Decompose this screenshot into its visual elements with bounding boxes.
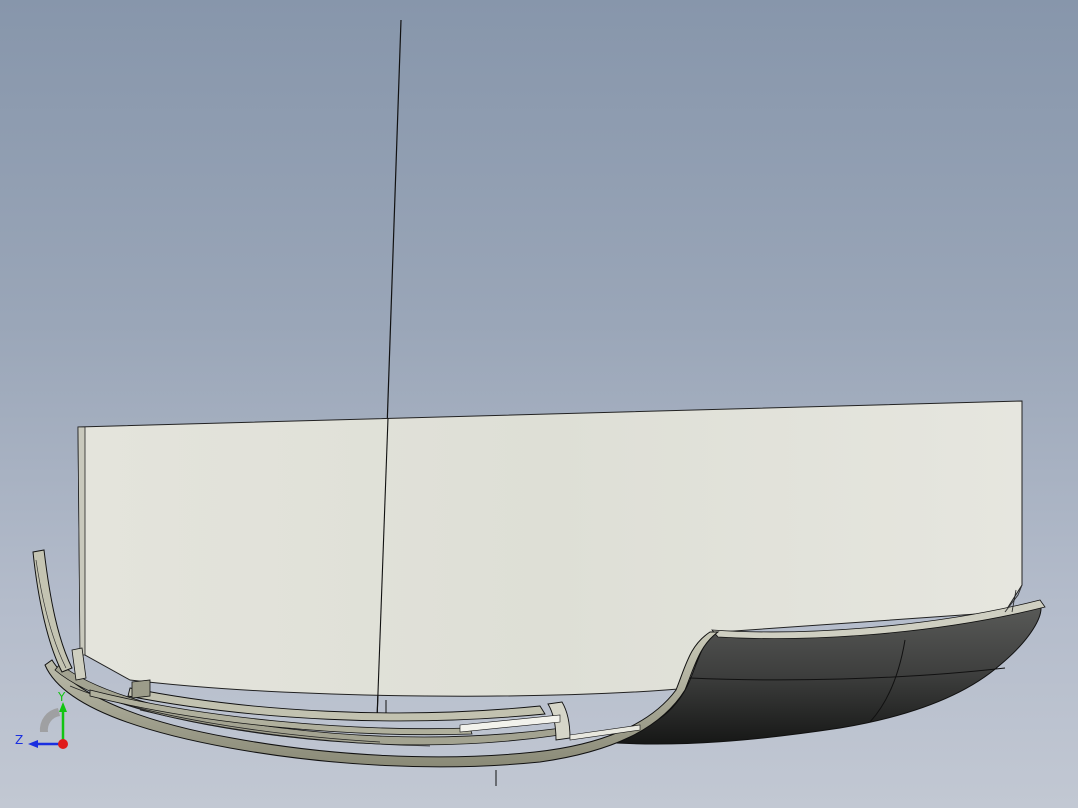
- triad-z-label: Z: [15, 733, 23, 747]
- triad-rotation-arc: [39, 708, 60, 732]
- coordinate-triad: Y Z: [15, 690, 68, 749]
- graphics-viewport[interactable]: Y Z: [0, 0, 1078, 808]
- triad-x-axis-dot: [58, 739, 68, 749]
- triad-y-label: Y: [57, 690, 66, 704]
- side-panel-edge[interactable]: [77, 426, 86, 656]
- model-view[interactable]: [0, 0, 1078, 808]
- bow-post[interactable]: [32, 549, 73, 673]
- triad-z-arrow-icon: [28, 740, 38, 748]
